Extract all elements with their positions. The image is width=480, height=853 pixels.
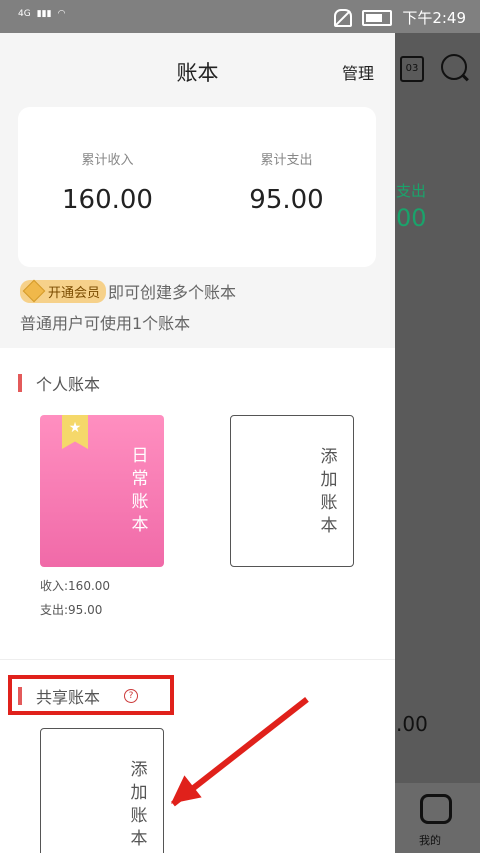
personal-section-title: 个人账本 [36, 375, 101, 394]
income-value: 160.00 [62, 185, 153, 215]
section-marker [18, 374, 22, 392]
expense-label: 累计支出 [260, 153, 313, 168]
battery-icon [362, 9, 393, 26]
diamond-icon [22, 279, 46, 303]
network-label: 4G [18, 9, 31, 19]
bg-balance-value: .00 [396, 712, 428, 736]
manage-button[interactable]: 管理 [342, 60, 374, 84]
mine-tab-icon[interactable] [420, 794, 452, 824]
drawer-header-area: 账本 管理 累计收入 160.00 累计支出 95.00 开通会员 即可创建多个… [0, 33, 395, 348]
vip-promo[interactable]: 开通会员 即可创建多个账本 [20, 279, 236, 303]
daily-book-income: 收入:160.00 [40, 579, 111, 593]
clock: 下午2:49 [402, 9, 466, 27]
help-icon[interactable]: ? [124, 689, 139, 703]
section-marker [18, 687, 22, 705]
user-limit-note: 普通用户可使用1个账本 [20, 314, 191, 333]
vip-badge[interactable]: 开通会员 [20, 279, 107, 303]
add-book-label: 添加账本 [320, 447, 338, 536]
shared-section-title: 共享账本 [36, 688, 101, 707]
shared-section-header: 共享账本 ? [18, 684, 139, 708]
page-title: 账本 [176, 61, 219, 85]
ledger-drawer: 账本 管理 累计收入 160.00 累计支出 95.00 开通会员 即可创建多个… [0, 33, 395, 853]
income-label: 累计收入 [81, 153, 134, 168]
search-icon[interactable] [441, 54, 467, 80]
add-shared-book-button[interactable]: 添加账本 [40, 728, 164, 853]
mine-tab-label[interactable]: 我的 [419, 832, 441, 848]
personal-section-header: 个人账本 [18, 371, 100, 395]
star-ribbon-icon: ★ [62, 415, 88, 449]
expense-value: 95.00 [249, 185, 324, 215]
mute-bell-icon [334, 8, 353, 27]
vip-badge-label: 开通会员 [48, 285, 101, 301]
signal-icon: ▮▮▮ [36, 9, 52, 19]
bg-expense-value: 00 [396, 204, 427, 232]
daily-book-name: 日常账本 [131, 446, 149, 535]
daily-book-card[interactable]: ★ 日常账本 [40, 415, 164, 567]
wifi-icon: ◠ [57, 9, 66, 19]
bg-expense-label: 支出 [396, 182, 427, 200]
add-shared-book-label: 添加账本 [130, 760, 148, 849]
status-bar: 4G ▮▮▮ ◠ 下午2:49 [0, 0, 480, 33]
daily-book-expense: 支出:95.00 [40, 603, 103, 617]
summary-card: 累计收入 160.00 累计支出 95.00 [18, 107, 376, 267]
network-indicator: 4G ▮▮▮ ◠ [18, 9, 65, 19]
calendar-icon[interactable]: 03 [400, 56, 424, 82]
vip-text: 即可创建多个账本 [108, 283, 237, 302]
add-personal-book-button[interactable]: 添加账本 [230, 415, 354, 567]
section-divider [0, 659, 395, 660]
